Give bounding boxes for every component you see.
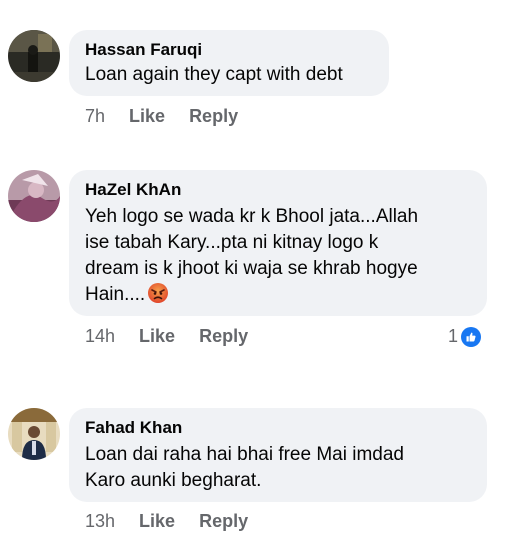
avatar[interactable] (8, 30, 60, 82)
comment-bubble: HaZel KhAn Yeh logo se wada kr k Bhool j… (69, 170, 487, 316)
like-button[interactable]: Like (139, 511, 175, 532)
comment-actions: 14h Like Reply (85, 326, 248, 347)
avatar-photo (8, 30, 60, 82)
thumbs-up-icon (461, 326, 482, 347)
comment-text: Yeh logo se wada kr k Bhool jata...Allah… (85, 204, 471, 308)
comment-author[interactable]: Hassan Faruqi (85, 40, 373, 60)
comment-timestamp[interactable]: 7h (85, 106, 105, 127)
avatar-photo (8, 170, 60, 222)
reaction-count: 1 (448, 326, 459, 346)
reply-button[interactable]: Reply (199, 326, 248, 347)
reply-button[interactable]: Reply (199, 511, 248, 532)
comment-bubble: Hassan Faruqi Loan again they capt with … (69, 30, 389, 96)
comment-text-body: Yeh logo se wada kr k Bhool jata...Allah… (85, 206, 419, 305)
avatar-photo (8, 408, 60, 460)
comment-text: Loan again they capt with debt (85, 64, 343, 85)
comment-timestamp[interactable]: 13h (85, 511, 115, 532)
comment-text: Loan dai raha hai bhai free Mai imdad Ka… (85, 444, 404, 491)
comment-actions: 13h Like Reply (85, 511, 248, 532)
comment-author[interactable]: Fahad Khan (85, 418, 471, 438)
angry-face-emoji (147, 282, 169, 304)
like-button[interactable]: Like (129, 106, 165, 127)
like-button[interactable]: Like (139, 326, 175, 347)
comment-bubble: Fahad Khan Loan dai raha hai bhai free M… (69, 408, 487, 502)
avatar[interactable] (8, 170, 60, 222)
reply-button[interactable]: Reply (189, 106, 238, 127)
comment-author[interactable]: HaZel KhAn (85, 180, 471, 200)
reaction-summary[interactable]: 1 (448, 326, 482, 347)
avatar[interactable] (8, 408, 60, 460)
comment-timestamp[interactable]: 14h (85, 326, 115, 347)
comment-actions: 7h Like Reply (85, 106, 238, 127)
